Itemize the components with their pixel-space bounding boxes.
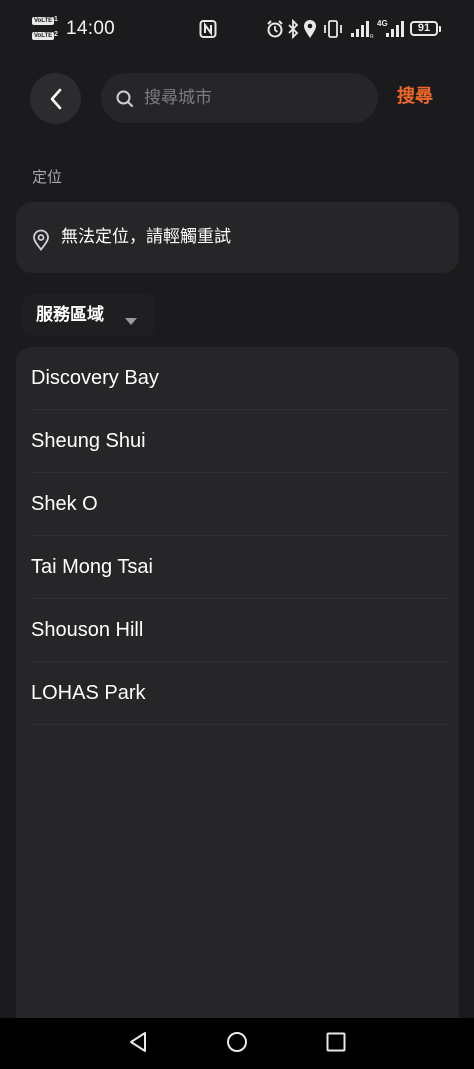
volte-1-badge: VoLTE xyxy=(32,17,55,25)
search-icon xyxy=(115,89,135,113)
bluetooth-icon xyxy=(287,18,299,43)
caret-down-icon xyxy=(124,311,138,330)
triangle-back-icon[interactable] xyxy=(127,1030,149,1058)
signal-icon: R xyxy=(350,19,374,43)
service-region-dropdown[interactable]: 服務區域 xyxy=(22,294,155,336)
volte-2-number: 2 xyxy=(54,31,58,38)
system-navigation-bar xyxy=(0,1018,474,1069)
signal-icon xyxy=(382,19,408,43)
area-name: LOHAS Park xyxy=(31,682,146,704)
area-name: Shouson Hill xyxy=(31,619,144,641)
area-list-item[interactable]: Discovery Bay xyxy=(16,347,459,410)
area-name: Sheung Shui xyxy=(31,430,146,452)
area-list: Discovery Bay Sheung Shui Shek O Tai Mon… xyxy=(16,347,459,1037)
volte-1-number: 1 xyxy=(54,16,58,23)
area-list-item[interactable]: Tai Mong Tsai xyxy=(16,536,459,599)
alarm-icon xyxy=(266,19,284,43)
status-time: 14:00 xyxy=(66,18,116,39)
area-list-item[interactable]: Sheung Shui xyxy=(16,410,459,473)
battery-level: 91 xyxy=(417,22,431,34)
chevron-left-icon xyxy=(50,88,61,109)
search-button[interactable]: 搜尋 xyxy=(397,84,433,110)
back-button[interactable] xyxy=(30,73,81,124)
nfc-icon xyxy=(199,19,217,43)
area-name: Tai Mong Tsai xyxy=(31,556,153,578)
square-recents-icon[interactable] xyxy=(324,1030,348,1058)
area-name: Discovery Bay xyxy=(31,367,159,389)
vibrate-icon xyxy=(322,19,344,43)
search-bar[interactable] xyxy=(101,73,378,123)
area-list-item[interactable]: Shouson Hill xyxy=(16,599,459,662)
service-region-label: 服務區域 xyxy=(36,305,104,325)
battery-cap xyxy=(439,26,441,32)
location-icon xyxy=(303,19,317,43)
status-bar: VoLTE 1 VoLTE 2 14:00 R 4G 91 xyxy=(0,0,474,60)
map-pin-icon xyxy=(32,229,50,255)
area-list-item[interactable]: LOHAS Park xyxy=(16,662,459,725)
volte-2-badge: VoLTE xyxy=(32,32,55,40)
location-section-label: 定位 xyxy=(32,168,63,186)
search-input[interactable] xyxy=(144,73,364,123)
circle-home-icon[interactable] xyxy=(225,1030,249,1058)
list-divider xyxy=(31,724,448,725)
svg-text:R: R xyxy=(370,34,374,39)
location-status-text: 無法定位，請輕觸重試 xyxy=(61,227,231,247)
area-list-item[interactable]: Shek O xyxy=(16,473,459,536)
retry-location-button[interactable]: 無法定位，請輕觸重試 xyxy=(16,202,459,273)
area-name: Shek O xyxy=(31,493,98,515)
